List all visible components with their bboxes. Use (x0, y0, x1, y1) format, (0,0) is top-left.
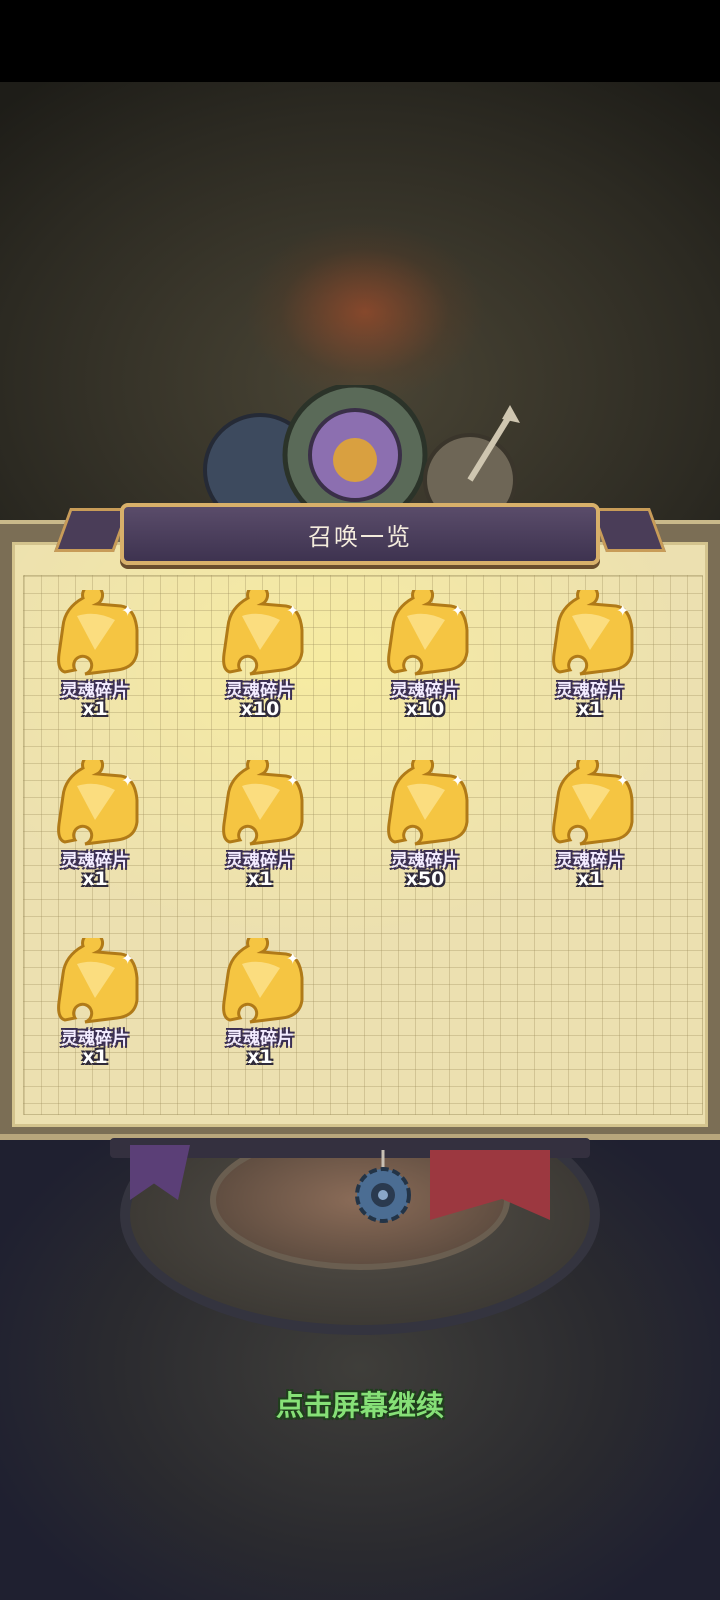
status-bar (0, 0, 720, 82)
reward-item[interactable]: ✦ 灵魂碎片 x50 (360, 760, 490, 910)
reward-quantity: x1 (247, 868, 273, 890)
reward-grid: ✦ 灵魂碎片 x1 ✦ 灵魂碎片 x10 ✦ 灵魂碎片 x10 ✦ 灵魂碎片 x… (30, 590, 690, 1090)
reward-item[interactable]: ✦ 灵魂碎片 x1 (30, 590, 160, 740)
puzzle-piece-icon: ✦ (57, 590, 139, 676)
reward-item[interactable]: ✦ 灵魂碎片 x10 (360, 590, 490, 740)
reward-item[interactable]: ✦ 灵魂碎片 x1 (525, 760, 655, 910)
puzzle-piece-icon: ✦ (222, 938, 304, 1024)
puzzle-piece-icon: ✦ (552, 590, 634, 676)
tap-to-continue-prompt[interactable]: 点击屏幕继续 (0, 1384, 720, 1424)
reward-item[interactable]: ✦ 灵魂碎片 x1 (195, 760, 325, 910)
dialog-title: 召唤一览 (308, 522, 412, 551)
svg-text:✦: ✦ (616, 601, 629, 620)
puzzle-piece-icon: ✦ (387, 590, 469, 676)
reward-quantity: x50 (405, 868, 445, 890)
reward-quantity: x1 (82, 698, 108, 720)
gear-icon (355, 1150, 411, 1223)
svg-text:✦: ✦ (121, 949, 134, 968)
puzzle-piece-icon: ✦ (57, 760, 139, 846)
reward-item[interactable]: ✦ 灵魂碎片 x1 (30, 760, 160, 910)
svg-text:✦: ✦ (121, 601, 134, 620)
svg-text:✦: ✦ (286, 771, 299, 790)
reward-quantity: x1 (247, 1046, 273, 1068)
puzzle-piece-icon: ✦ (222, 590, 304, 676)
reward-quantity: x10 (405, 698, 445, 720)
puzzle-piece-icon: ✦ (57, 938, 139, 1024)
svg-text:✦: ✦ (286, 949, 299, 968)
reward-quantity: x1 (82, 868, 108, 890)
reward-quantity: x1 (82, 1046, 108, 1068)
reward-quantity: x1 (577, 868, 603, 890)
dialog-title-banner: 召唤一览 (120, 503, 600, 565)
reward-item[interactable]: ✦ 灵魂碎片 x1 (195, 938, 325, 1088)
reward-item[interactable]: ✦ 灵魂碎片 x1 (30, 938, 160, 1088)
reward-item[interactable]: ✦ 灵魂碎片 x10 (195, 590, 325, 740)
svg-text:✦: ✦ (451, 601, 464, 620)
svg-text:✦: ✦ (286, 601, 299, 620)
reward-item[interactable]: ✦ 灵魂碎片 x1 (525, 590, 655, 740)
svg-text:✦: ✦ (451, 771, 464, 790)
reward-quantity: x1 (577, 698, 603, 720)
puzzle-piece-icon: ✦ (552, 760, 634, 846)
svg-text:✦: ✦ (121, 771, 134, 790)
reward-quantity: x10 (240, 698, 280, 720)
svg-text:✦: ✦ (616, 771, 629, 790)
puzzle-piece-icon: ✦ (387, 760, 469, 846)
puzzle-piece-icon: ✦ (222, 760, 304, 846)
